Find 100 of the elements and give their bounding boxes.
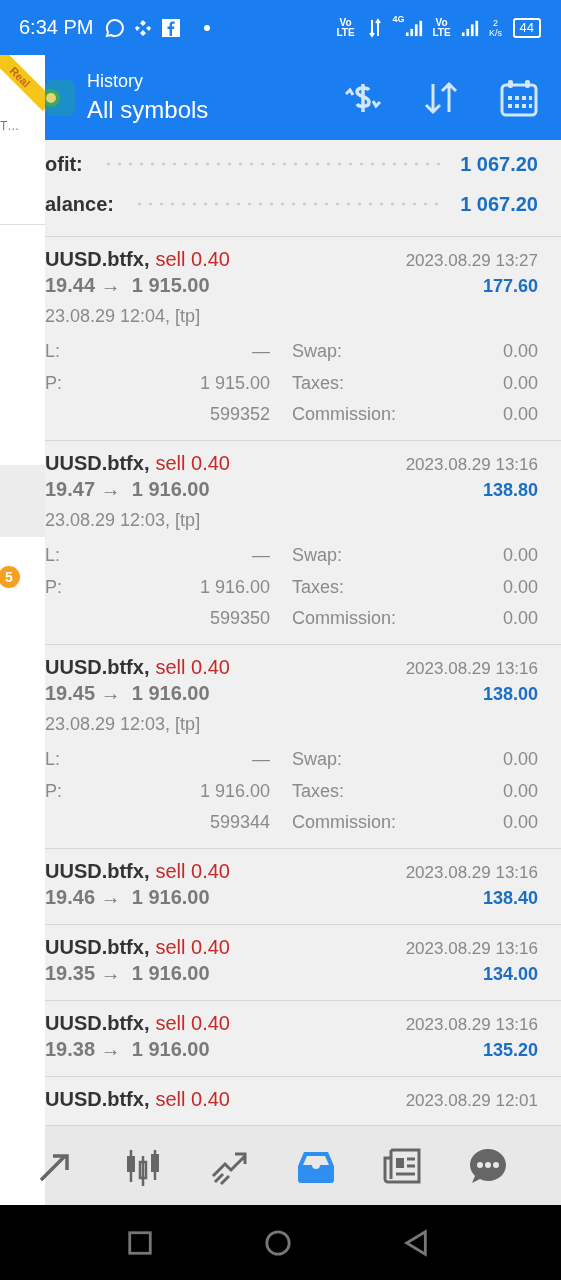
network-label: Vo LTE (335, 17, 356, 38)
detail-label: Taxes: (291, 575, 346, 599)
detail-value: 599350 (208, 607, 270, 630)
deal-profit: 138.00 (482, 684, 538, 705)
detail-value: 0.00 (501, 748, 538, 771)
detail-value: 0.00 (501, 544, 538, 567)
summary-label: ofit: (45, 152, 83, 176)
detail-value: 0.00 (501, 779, 538, 803)
deal-profit: 138.80 (482, 480, 538, 501)
deal-row[interactable]: UUSD.btfx, sell 0.40 2023.08.29 13:16 19.45 → 1 916.00 138.00 23.08.29 12:03, [tp] L: — Swap: 0.00 P: 1 916.00 Taxes: 0.00 599344 Commission: 0.00 (45, 645, 561, 849)
price-range: 19.38 → 1 916.00 (45, 1038, 210, 1061)
detail-value: 0.00 (501, 340, 538, 363)
deal-profit: 138.40 (482, 888, 538, 909)
deal-row[interactable]: UUSD.btfx, sell 0.40 2023.08.29 13:16 19.35 → 1 916.00 134.00 (45, 925, 561, 1001)
detail-value: 1 916.00 (198, 575, 270, 599)
detail-value: — (251, 340, 270, 363)
deal-time: 2023.08.29 13:16 (405, 863, 538, 883)
deal-profit: 135.20 (482, 1040, 538, 1061)
deal-time: 2023.08.29 13:27 (405, 251, 538, 271)
detail-value: 0.00 (501, 575, 538, 599)
detail-value: 599344 (208, 811, 270, 834)
battery-level: 44 (512, 17, 541, 38)
symbol-filter[interactable]: All symbols (87, 96, 209, 124)
detail-label: Commission: (291, 607, 397, 630)
detail-label: Swap: (291, 748, 344, 771)
deal-type: sell 0.40 (155, 860, 230, 883)
notification-dot-icon (203, 23, 212, 32)
deal-symbol: UUSD.btfx, (45, 1088, 150, 1111)
deal-symbol: UUSD.btfx, (45, 452, 150, 475)
deal-type: sell 0.40 (155, 656, 230, 679)
deal-symbol: UUSD.btfx, (45, 860, 150, 883)
price-range: 19.47 → 1 916.00 (45, 478, 210, 501)
detail-value: 0.00 (501, 607, 538, 630)
deal-type: sell 0.40 (155, 1012, 230, 1035)
network-label: 4G (392, 14, 405, 24)
deal-profit: 134.00 (482, 964, 538, 985)
detail-label: Swap: (291, 544, 344, 567)
deal-time: 2023.08.29 12:01 (405, 1091, 538, 1111)
deal-symbol: UUSD.btfx, (45, 1012, 150, 1035)
network-speed: 2 K/s (488, 17, 504, 38)
detail-value: 599352 (208, 403, 270, 426)
deal-time: 2023.08.29 13:16 (405, 659, 538, 679)
detail-value: 1 915.00 (198, 371, 270, 395)
price-range: 19.35 → 1 916.00 (45, 962, 210, 985)
detail-value: 0.00 (501, 811, 538, 834)
deal-type: sell 0.40 (155, 936, 230, 959)
summary-label: alance: (45, 192, 114, 216)
summary-value: 1 067.20 (460, 152, 538, 176)
open-time: 23.08.29 12:03, [tp] (45, 510, 202, 532)
signal-icon (460, 18, 479, 37)
price-range: 19.45 → 1 916.00 (45, 682, 210, 705)
detail-label: Taxes: (291, 779, 346, 803)
deal-row[interactable]: UUSD.btfx, sell 0.40 2023.08.29 13:16 19.46 → 1 916.00 138.40 (45, 849, 561, 925)
detail-value: 0.00 (501, 371, 538, 395)
deal-symbol: UUSD.btfx, (45, 248, 150, 271)
network-label: Vo LTE (431, 17, 452, 38)
calendar-icon[interactable] (499, 77, 539, 118)
deal-row[interactable]: UUSD.btfx, sell 0.40 2023.08.29 13:16 19.38 → 1 916.00 135.20 (45, 1001, 561, 1077)
app-logo-icon (45, 79, 75, 116)
chat-app-icon (105, 17, 126, 38)
back-button[interactable] (402, 1228, 430, 1257)
detail-label: L: (45, 748, 61, 771)
detail-label: L: (45, 340, 61, 363)
detail-label: Taxes: (291, 371, 346, 395)
deal-symbol: UUSD.btfx, (45, 936, 150, 959)
deal-type: sell 0.40 (155, 452, 230, 475)
open-time: 23.08.29 12:04, [tp] (45, 306, 202, 328)
deal-row[interactable]: UUSD.btfx, sell 0.40 2023.08.29 12:01 (45, 1077, 561, 1125)
detail-label: P: (45, 371, 63, 395)
home-button[interactable] (264, 1228, 292, 1257)
clock: 6:34 PM (19, 16, 94, 39)
deal-time: 2023.08.29 13:16 (405, 1015, 538, 1035)
detail-label: P: (45, 779, 63, 803)
count-badge: 5 (0, 566, 20, 588)
screen-title: History (87, 71, 144, 92)
signal-icon (404, 18, 423, 37)
detail-label: Commission: (291, 403, 397, 426)
deal-time: 2023.08.29 13:16 (405, 939, 538, 959)
open-time: 23.08.29 12:03, [tp] (45, 714, 202, 736)
deal-time: 2023.08.29 13:16 (405, 455, 538, 475)
detail-label: L: (45, 544, 61, 567)
price-range: 19.44 → 1 915.00 (45, 274, 210, 297)
detail-value: 0.00 (501, 403, 538, 426)
detail-value: — (251, 748, 270, 771)
detail-label: Swap: (291, 340, 344, 363)
detail-value: — (251, 544, 270, 567)
deal-symbol: UUSD.btfx, (45, 656, 150, 679)
deal-profit: 177.60 (482, 276, 538, 297)
detail-label: Commission: (291, 811, 397, 834)
summary-value: 1 067.20 (460, 192, 538, 216)
detail-value: 1 916.00 (198, 779, 270, 803)
drawer-item-text[interactable]: T… (0, 119, 20, 133)
social-app-icon (161, 17, 182, 38)
price-range: 19.46 → 1 916.00 (45, 886, 210, 909)
detail-label: P: (45, 575, 63, 599)
recents-button[interactable] (126, 1228, 154, 1257)
deal-type: sell 0.40 (155, 1088, 230, 1111)
deal-row[interactable]: UUSD.btfx, sell 0.40 2023.08.29 13:27 19.44 → 1 915.00 177.60 23.08.29 12:04, [tp] L: — Swap: 0.00 P: 1 915.00 Taxes: 0.00 599352 Commission: 0.00 (45, 237, 561, 441)
deal-row[interactable]: UUSD.btfx, sell 0.40 2023.08.29 13:16 19.47 → 1 916.00 138.80 23.08.29 12:03, [tp] L: — Swap: 0.00 P: 1 916.00 Taxes: 0.00 599350 Commission: 0.00 (45, 441, 561, 645)
deal-type: sell 0.40 (155, 248, 230, 271)
